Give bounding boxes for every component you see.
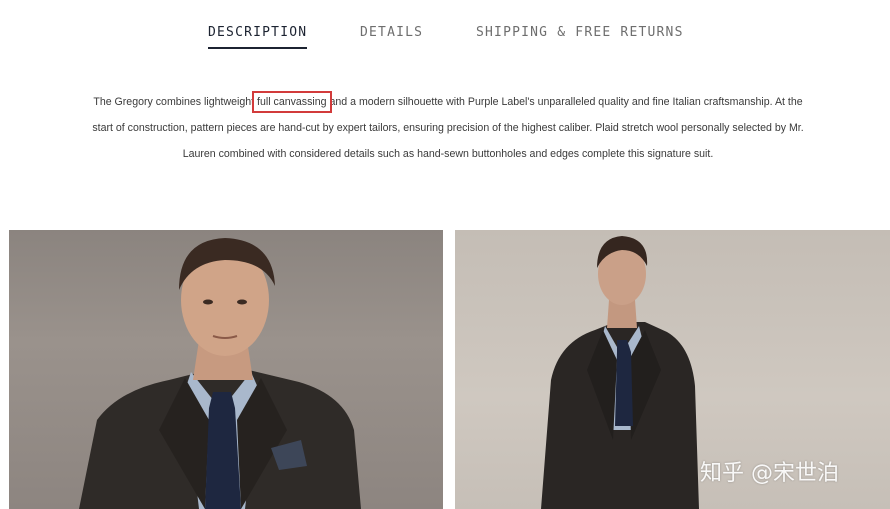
- product-image-close-up[interactable]: [9, 230, 443, 509]
- tab-shipping-returns[interactable]: SHIPPING & FREE RETURNS: [476, 24, 684, 42]
- description-text-start: The Gregory combines lightweight: [93, 95, 258, 108]
- highlighted-phrase: full canvassing: [252, 90, 332, 113]
- product-tabs: DESCRIPTION DETAILS SHIPPING & FREE RETU…: [0, 24, 890, 50]
- watermark-text: 知乎 @宋世泊: [700, 461, 839, 486]
- tab-details[interactable]: DETAILS: [360, 24, 423, 42]
- model-close-up-illustration: [79, 238, 361, 509]
- product-description: The Gregory combines lightweight full ca…: [92, 89, 804, 167]
- tab-description[interactable]: DESCRIPTION: [208, 24, 308, 49]
